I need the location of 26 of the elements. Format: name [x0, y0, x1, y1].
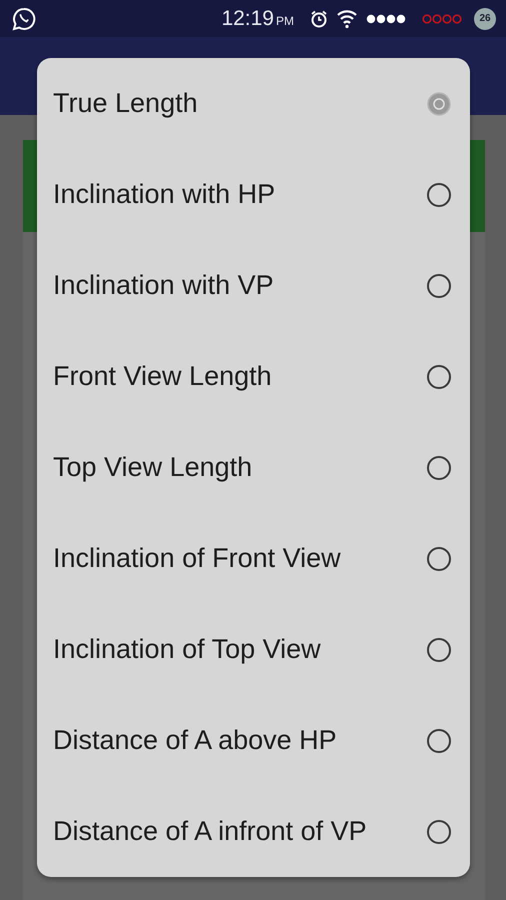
radio-button[interactable] [426, 454, 452, 480]
wifi-icon [336, 8, 358, 28]
radio-button[interactable] [426, 364, 452, 390]
option-label[interactable]: Distance of A above HP [53, 720, 337, 761]
option-label[interactable]: Distance of A infront of VP [53, 811, 367, 852]
signal-icon [422, 14, 462, 24]
radio-button[interactable] [426, 728, 452, 754]
signal-icon [366, 14, 406, 24]
clock-meridiem: PM [276, 12, 294, 30]
option-label[interactable]: Front View Length [53, 356, 272, 397]
option-label[interactable]: Top View Length [53, 447, 252, 488]
option-label[interactable]: Inclination of Front View [53, 538, 341, 579]
battery-indicator: 26 [474, 8, 496, 30]
chat-icon [12, 6, 36, 30]
radio-button[interactable] [426, 90, 452, 116]
option-label[interactable]: Inclination with VP [53, 265, 274, 306]
option-label[interactable]: True Length [53, 83, 198, 124]
radio-button[interactable] [426, 636, 452, 662]
radio-button[interactable] [426, 182, 452, 208]
option-label[interactable]: Inclination with HP [53, 174, 276, 215]
alarm-icon [310, 10, 328, 28]
radio-button[interactable] [426, 272, 452, 298]
option-label[interactable]: Inclination of Top View [53, 629, 321, 670]
radio-button[interactable] [426, 546, 452, 572]
clock-time: 12:19 [221, 6, 274, 32]
radio-button[interactable] [426, 818, 452, 844]
